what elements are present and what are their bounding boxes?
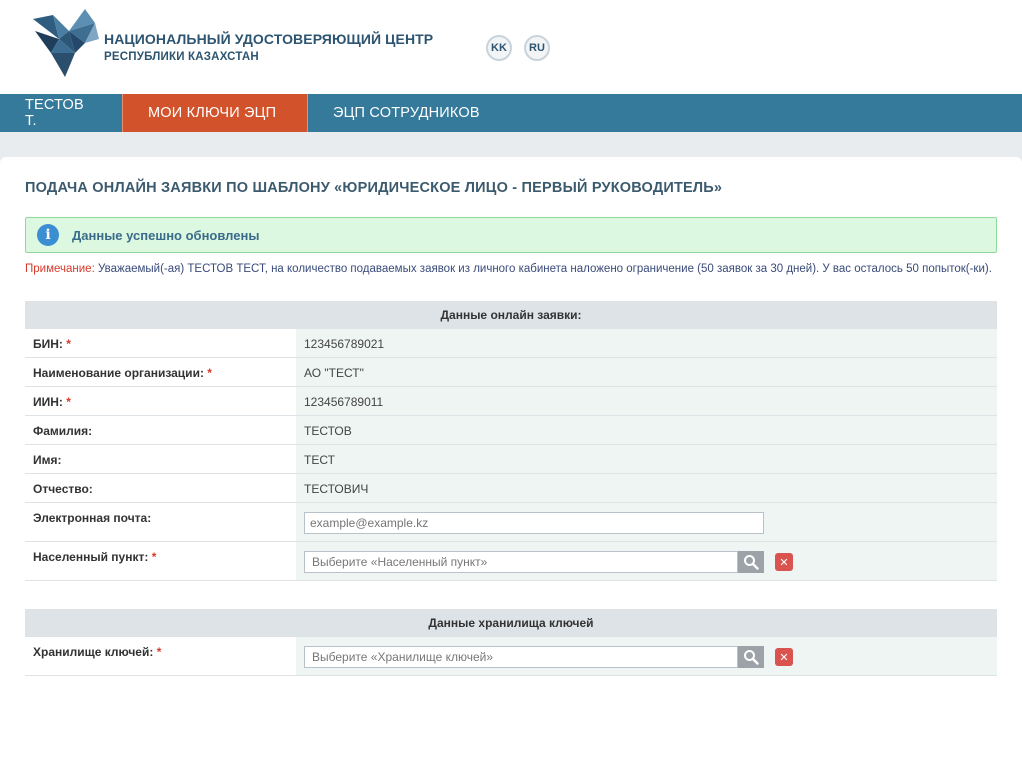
locality-label: Населенный пункт: *	[33, 550, 157, 564]
org-value: АО "ТЕСТ"	[296, 358, 997, 386]
note-label: Примечание:	[25, 263, 95, 275]
table-row-email: Электронная почта:	[25, 503, 997, 542]
search-icon	[744, 555, 759, 570]
application-data-header: Данные онлайн заявки:	[25, 301, 997, 329]
storage-search-button[interactable]	[738, 646, 764, 668]
alert-text: Данные успешно обновлены	[72, 227, 260, 243]
email-label: Электронная почта:	[33, 511, 152, 525]
table-row-org: Наименование организации: * АО "ТЕСТ"	[25, 358, 997, 387]
locality-select-group: Выберите «Населенный пункт» ✕	[304, 551, 989, 573]
locality-search-button[interactable]	[738, 551, 764, 573]
key-storage-table: Данные хранилища ключей Хранилище ключей…	[25, 609, 997, 676]
content-panel: ПОДАЧА ОНЛАЙН ЗАЯВКИ ПО ШАБЛОНУ «ЮРИДИЧЕ…	[0, 157, 1022, 783]
nav-my-keys[interactable]: МОИ КЛЮЧИ ЭЦП	[122, 94, 308, 132]
bin-label: БИН: *	[33, 337, 71, 351]
note: Примечание: Уважаемый(-ая) ТЕСТОВ ТЕСТ, …	[25, 263, 1005, 276]
main-nav: ТЕСТОВ Т. МОИ КЛЮЧИ ЭЦП ЭЦП СОТРУДНИКОВ	[0, 94, 1022, 132]
table-row-iin: ИИН: * 123456789011	[25, 387, 997, 416]
locality-clear-button[interactable]: ✕	[775, 553, 793, 571]
storage-select[interactable]: Выберите «Хранилище ключей»	[304, 646, 738, 668]
patronymic-value: ТЕСТОВИЧ	[296, 474, 997, 502]
lang-kk-button[interactable]: KK	[486, 35, 512, 61]
info-icon: i	[37, 224, 59, 246]
locality-select[interactable]: Выберите «Населенный пункт»	[304, 551, 738, 573]
locality-cell: Выберите «Населенный пункт» ✕	[296, 542, 997, 580]
name-value: ТЕСТ	[296, 445, 997, 473]
surname-value: ТЕСТОВ	[296, 416, 997, 444]
close-icon: ✕	[779, 556, 789, 569]
email-cell	[296, 503, 997, 541]
table-row-storage: Хранилище ключей: * Выберите «Хранилище …	[25, 637, 997, 676]
site-header: НАЦИОНАЛЬНЫЙ УДОСТОВЕРЯЮЩИЙ ЦЕНТР РЕСПУБ…	[0, 0, 1022, 94]
lang-ru-button[interactable]: RU	[524, 35, 550, 61]
table-row-bin: БИН: * 123456789021	[25, 329, 997, 358]
storage-label: Хранилище ключей: *	[33, 645, 162, 659]
application-data-table: Данные онлайн заявки: БИН: * 12345678902…	[25, 301, 997, 581]
table-row-locality: Населенный пункт: * Выберите «Населенный…	[25, 542, 997, 581]
required-mark: *	[151, 550, 157, 564]
nav-employees-keys[interactable]: ЭЦП СОТРУДНИКОВ	[308, 94, 505, 132]
storage-cell: Выберите «Хранилище ключей» ✕	[296, 637, 997, 675]
note-text: Уважаемый(-ая) ТЕСТОВ ТЕСТ, на количеств…	[94, 263, 992, 275]
close-icon: ✕	[779, 651, 789, 664]
org-label: Наименование организации: *	[33, 366, 212, 380]
bin-value: 123456789021	[296, 329, 997, 357]
table-row-name: Имя: ТЕСТ	[25, 445, 997, 474]
required-mark: *	[66, 395, 71, 409]
org-name-line1: НАЦИОНАЛЬНЫЙ УДОСТОВЕРЯЮЩИЙ ЦЕНТР	[104, 31, 434, 47]
required-mark: *	[156, 645, 162, 659]
storage-clear-button[interactable]: ✕	[775, 648, 793, 666]
email-field[interactable]	[304, 512, 764, 534]
key-storage-header: Данные хранилища ключей	[25, 609, 997, 637]
search-icon	[744, 650, 759, 665]
success-alert: i Данные успешно обновлены	[25, 217, 997, 253]
required-mark: *	[207, 366, 212, 380]
patronymic-label: Отчество:	[33, 482, 93, 496]
storage-select-group: Выберите «Хранилище ключей» ✕	[304, 646, 989, 668]
nav-user[interactable]: ТЕСТОВ Т.	[0, 94, 122, 132]
page-title: ПОДАЧА ОНЛАЙН ЗАЯВКИ ПО ШАБЛОНУ «ЮРИДИЧЕ…	[25, 180, 723, 196]
table-row-patronymic: Отчество: ТЕСТОВИЧ	[25, 474, 997, 503]
surname-label: Фамилия:	[33, 424, 93, 438]
name-label: Имя:	[33, 453, 62, 467]
iin-label: ИИН: *	[33, 395, 71, 409]
org-name: НАЦИОНАЛЬНЫЙ УДОСТОВЕРЯЮЩИЙ ЦЕНТР РЕСПУБ…	[104, 31, 433, 63]
required-mark: *	[66, 337, 71, 351]
nuc-logo-icon[interactable]	[33, 9, 99, 77]
iin-value: 123456789011	[296, 387, 997, 415]
org-name-line2: РЕСПУБЛИКИ КАЗАХСТАН	[104, 51, 259, 63]
table-row-surname: Фамилия: ТЕСТОВ	[25, 416, 997, 445]
